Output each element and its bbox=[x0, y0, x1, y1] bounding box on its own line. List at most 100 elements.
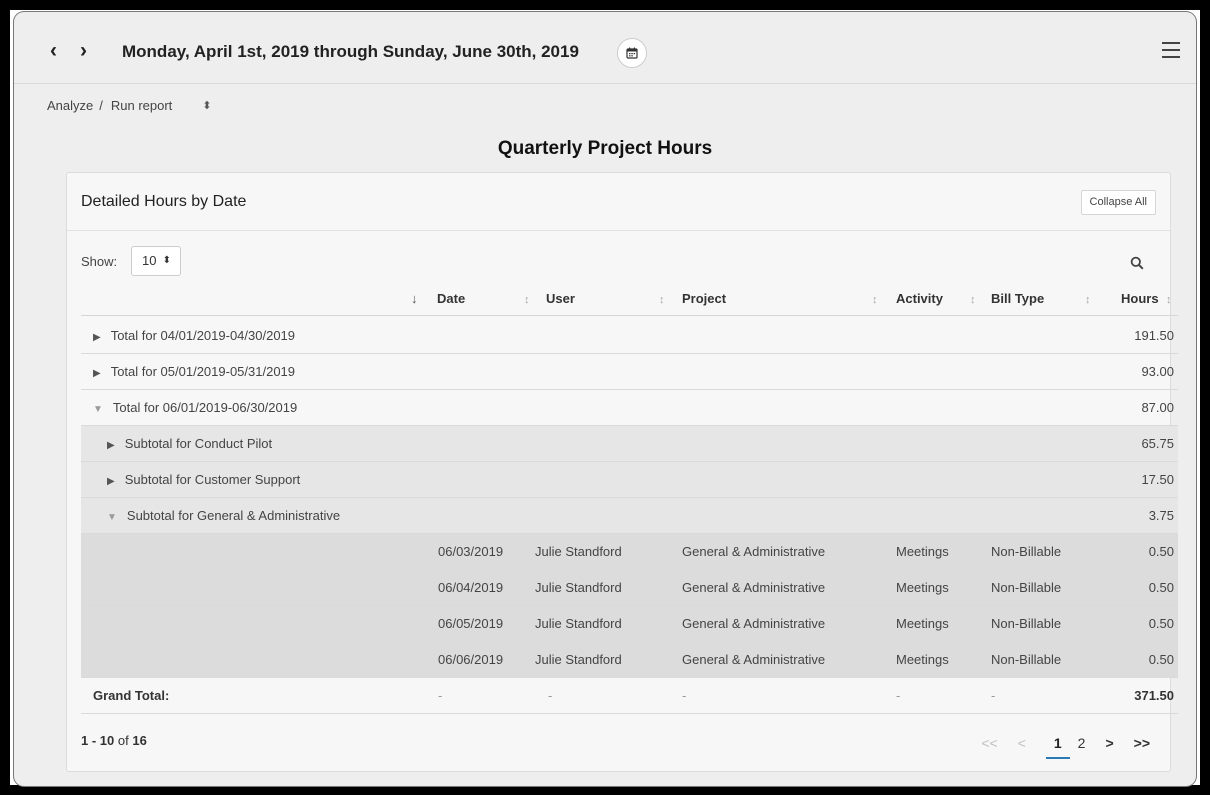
updown-icon: ⬍ bbox=[202, 100, 212, 112]
chevron-left-icon[interactable]: ‹ bbox=[50, 40, 57, 61]
report-table: ↓ Date ↕ User ↕ Project ↕ Activity ↕ Bil… bbox=[81, 282, 1178, 714]
range-text: 1 - 10 bbox=[81, 733, 115, 748]
row-hours: 17.50 bbox=[1141, 472, 1174, 487]
breadcrumb-separator: / bbox=[99, 98, 103, 113]
col-bill-type[interactable]: Bill Type bbox=[991, 282, 1044, 316]
row-label: Total for 04/01/2019-04/30/2019 bbox=[110, 328, 296, 343]
row-label: Subtotal for General & Administrative bbox=[126, 508, 341, 523]
table-row[interactable]: ▶ Total for 04/01/2019-04/30/2019 191.50 bbox=[81, 318, 1178, 354]
search-icon[interactable] bbox=[1130, 256, 1144, 270]
cell-hours: 0.50 bbox=[1148, 616, 1174, 631]
sort-billtype-icon[interactable]: ↕ bbox=[1085, 282, 1091, 316]
table-row: 06/03/2019 Julie Standford General & Adm… bbox=[81, 534, 1178, 570]
table-row: 06/05/2019 Julie Standford General & Adm… bbox=[81, 606, 1178, 642]
cell-date: 06/03/2019 bbox=[438, 544, 504, 559]
grand-total-row: Grand Total: - - - - - 371.50 bbox=[81, 678, 1178, 714]
report-selector[interactable]: Run report ⬍ bbox=[111, 98, 212, 113]
cell-user: Julie Standford bbox=[535, 580, 622, 595]
row-label: Subtotal for Conduct Pilot bbox=[124, 436, 273, 451]
cell-project: General & Administrative bbox=[682, 616, 826, 631]
col-user[interactable]: User bbox=[546, 282, 575, 316]
table-row[interactable]: ▶ Subtotal for Conduct Pilot 65.75 bbox=[81, 426, 1178, 462]
cell-project: General & Administrative bbox=[682, 652, 826, 667]
cell-bill-type: Non-Billable bbox=[991, 580, 1062, 595]
cell-bill-type: Non-Billable bbox=[991, 652, 1062, 667]
cell-activity: Meetings bbox=[896, 652, 949, 667]
page-size-select[interactable]: 10 ⬍ bbox=[131, 246, 181, 276]
page-size-value: 10 bbox=[142, 253, 157, 268]
updown-icon: ⬍ bbox=[162, 255, 171, 266]
table-row[interactable]: ▶ Subtotal for Customer Support 17.50 bbox=[81, 462, 1178, 498]
cell-bill-type: Non-Billable bbox=[991, 544, 1062, 559]
table-row[interactable]: ▼ Subtotal for General & Administrative 3… bbox=[81, 498, 1178, 534]
grand-total-label: Grand Total: bbox=[93, 688, 170, 703]
grand-total-dash: - bbox=[438, 688, 443, 703]
grand-total-dash: - bbox=[548, 688, 553, 703]
row-label: Total for 05/01/2019-05/31/2019 bbox=[110, 364, 296, 379]
sort-activity-icon[interactable]: ↕ bbox=[872, 282, 878, 316]
first-page-icon[interactable]: << bbox=[981, 735, 997, 751]
row-hours: 93.00 bbox=[1141, 364, 1174, 379]
col-date[interactable]: Date bbox=[437, 282, 465, 316]
last-page-icon[interactable]: >> bbox=[1134, 735, 1150, 751]
report-panel: Detailed Hours by Date Collapse All Show… bbox=[66, 172, 1178, 772]
sort-user-icon[interactable]: ↕ bbox=[524, 282, 530, 316]
sort-billtype-icon[interactable]: ↕ bbox=[970, 282, 976, 316]
panel-header: Detailed Hours by Date Collapse All bbox=[67, 173, 1170, 231]
date-range-title: Monday, April 1st, 2019 through Sunday, … bbox=[122, 42, 579, 61]
calendar-button[interactable] bbox=[617, 38, 647, 68]
expand-icon[interactable]: ▶ bbox=[93, 320, 101, 356]
collapse-all-button[interactable]: Collapse All bbox=[1080, 190, 1156, 215]
breadcrumb: Analyze / Run report ⬍ bbox=[47, 98, 212, 113]
cell-date: 06/06/2019 bbox=[438, 652, 504, 667]
panel-title: Detailed Hours by Date bbox=[81, 193, 247, 210]
pagination: << < 1 2 > >> bbox=[961, 728, 1150, 759]
cell-activity: Meetings bbox=[896, 544, 949, 559]
sort-hours-icon[interactable]: ↕ bbox=[1166, 282, 1172, 316]
row-hours: 3.75 bbox=[1148, 508, 1174, 523]
cell-project: General & Administrative bbox=[682, 544, 826, 559]
next-page-icon[interactable]: > bbox=[1105, 735, 1113, 751]
breadcrumb-analyze[interactable]: Analyze bbox=[47, 98, 93, 113]
expand-icon[interactable]: ▶ bbox=[93, 356, 101, 392]
cell-date: 06/04/2019 bbox=[438, 580, 504, 595]
table-header: ↓ Date ↕ User ↕ Project ↕ Activity ↕ Bil… bbox=[81, 282, 1178, 316]
row-hours: 191.50 bbox=[1134, 328, 1174, 343]
cell-hours: 0.50 bbox=[1148, 580, 1174, 595]
table-row[interactable]: ▶ Total for 05/01/2019-05/31/2019 93.00 bbox=[81, 354, 1178, 390]
chevron-right-icon[interactable]: › bbox=[80, 40, 87, 61]
col-project[interactable]: Project bbox=[682, 282, 726, 316]
grand-total-dash: - bbox=[682, 688, 687, 703]
collapse-icon[interactable]: ▼ bbox=[107, 500, 117, 536]
cell-activity: Meetings bbox=[896, 580, 949, 595]
row-label: Subtotal for Customer Support bbox=[124, 472, 301, 487]
calendar-icon bbox=[626, 47, 638, 59]
table-row: 06/06/2019 Julie Standford General & Adm… bbox=[81, 642, 1178, 678]
cell-hours: 0.50 bbox=[1148, 544, 1174, 559]
cell-bill-type: Non-Billable bbox=[991, 616, 1062, 631]
page-1-button[interactable]: 1 bbox=[1045, 735, 1070, 759]
cell-user: Julie Standford bbox=[535, 652, 622, 667]
row-label: Total for 06/01/2019-06/30/2019 bbox=[112, 400, 298, 415]
cell-user: Julie Standford bbox=[535, 544, 622, 559]
report-selector-label: Run report bbox=[110, 98, 173, 113]
sort-project-icon[interactable]: ↕ bbox=[659, 282, 665, 316]
col-hours[interactable]: Hours bbox=[1121, 282, 1159, 316]
collapse-icon[interactable]: ▼ bbox=[93, 392, 103, 428]
grand-total-dash: - bbox=[991, 688, 996, 703]
cell-hours: 0.50 bbox=[1148, 652, 1174, 667]
sort-date-icon[interactable]: ↓ bbox=[411, 282, 418, 316]
report-title: Quarterly Project Hours bbox=[497, 138, 713, 159]
page-2-button[interactable]: 2 bbox=[1078, 735, 1086, 751]
total-count: 16 bbox=[132, 733, 147, 748]
cell-date: 06/05/2019 bbox=[438, 616, 504, 631]
table-row[interactable]: ▼ Total for 06/01/2019-06/30/2019 87.00 bbox=[81, 390, 1178, 426]
expand-icon[interactable]: ▶ bbox=[107, 428, 115, 464]
hamburger-menu-icon[interactable] bbox=[1162, 42, 1180, 58]
grand-total-dash: - bbox=[896, 688, 901, 703]
col-activity[interactable]: Activity bbox=[896, 282, 943, 316]
grand-total-hours: 371.50 bbox=[1134, 688, 1174, 703]
app-window: ‹ › Monday, April 1st, 2019 through Sund… bbox=[14, 12, 1196, 786]
prev-page-icon[interactable]: < bbox=[1018, 735, 1026, 751]
expand-icon[interactable]: ▶ bbox=[107, 464, 115, 500]
